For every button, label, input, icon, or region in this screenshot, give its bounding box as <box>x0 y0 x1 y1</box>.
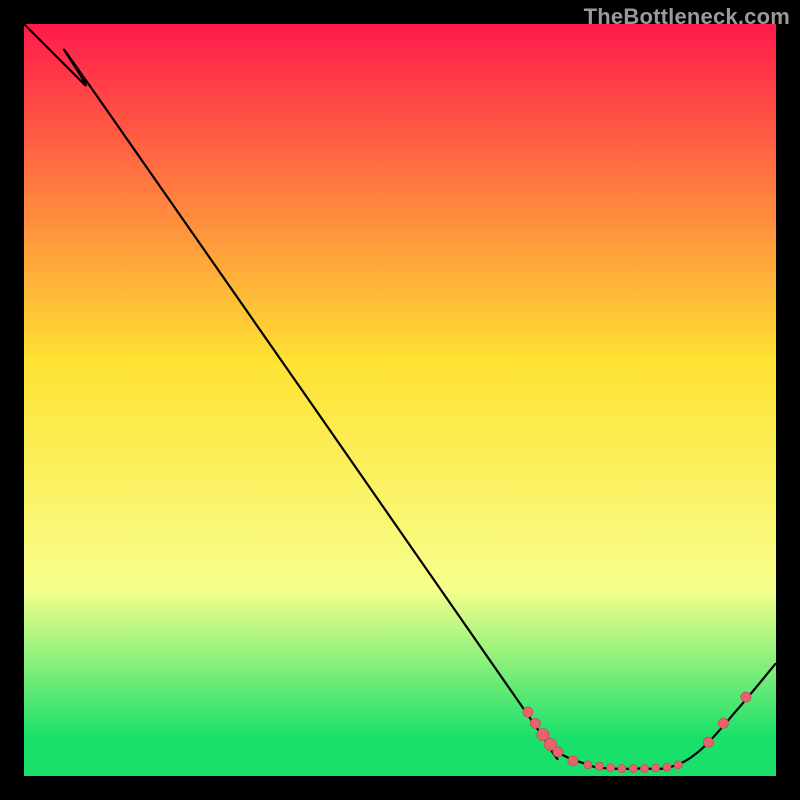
chart-plot-area <box>24 24 776 776</box>
data-marker <box>663 763 671 771</box>
data-marker <box>640 764 648 772</box>
data-marker <box>553 747 563 757</box>
bottleneck-curve-chart <box>24 24 776 776</box>
data-marker <box>595 762 603 770</box>
data-marker <box>618 764 626 772</box>
data-marker <box>530 718 540 728</box>
data-marker <box>537 729 549 741</box>
data-marker <box>607 764 615 772</box>
data-marker <box>523 707 533 717</box>
chart-frame: { "attribution": "TheBottleneck.com", "c… <box>0 0 800 800</box>
data-marker <box>568 756 578 766</box>
data-marker <box>741 692 751 702</box>
data-marker <box>652 764 660 772</box>
data-marker <box>718 718 728 728</box>
data-marker <box>674 761 682 769</box>
gradient-background <box>24 24 776 776</box>
data-marker <box>584 761 592 769</box>
data-marker <box>629 764 637 772</box>
data-marker <box>703 737 713 747</box>
